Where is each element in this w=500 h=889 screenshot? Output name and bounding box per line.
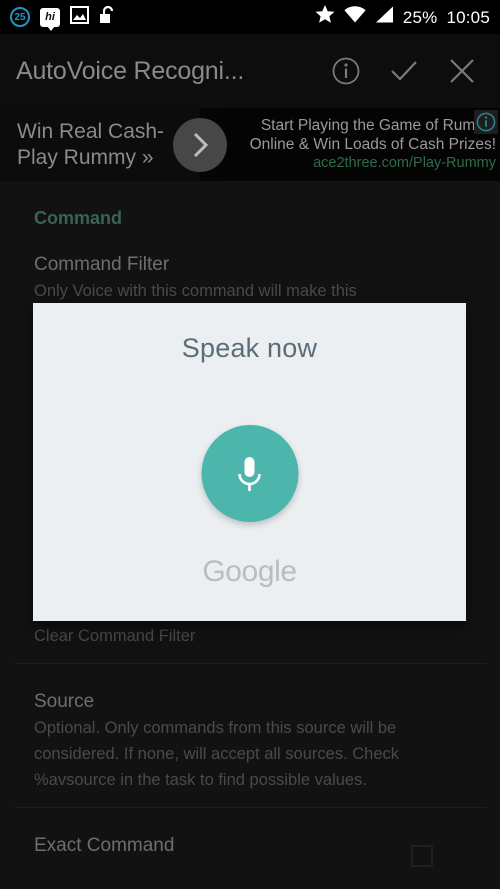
star-icon [315,5,335,29]
speak-now-label: Speak now [181,333,318,363]
notification-count-badge: 25 [10,7,30,27]
hike-messenger-icon: hi [40,7,60,31]
page-title: AutoVoice Recogni... [16,56,245,85]
preference-summary: Optional. Only commands from this source… [34,719,400,789]
accept-checkmark-icon[interactable] [388,55,420,87]
google-brand-label: Google [202,555,297,588]
microphone-button[interactable] [201,425,298,522]
status-bar-left-icons: 25 hi [10,5,117,31]
status-bar-right-icons: 25% 10:05 [315,5,490,29]
clock-label: 10:05 [446,7,490,27]
preference-title: Source [34,691,95,712]
section-header-command: Command [34,208,123,228]
ad-next-arrow-icon[interactable] [173,117,227,172]
wifi-icon [344,6,366,28]
battery-percent-label: 25% [402,7,438,27]
ad-choices-info-icon[interactable] [474,110,498,134]
ad-body-line-2: Online & Win Loads of Cash Prizes! [249,136,496,153]
microphone-icon[interactable] [201,425,298,522]
screenshot-image-icon [70,5,89,29]
preference-title: Command Filter [34,254,170,275]
close-icon[interactable] [446,55,478,87]
preference-source[interactable]: Source Optional. Only commands from this… [34,664,466,807]
preference-title: Exact Command [34,835,175,856]
advertisement-banner[interactable]: Win Real Cash- Play Rummy » Start Playin… [0,108,500,181]
toolbar-actions [330,55,484,87]
phone-screen: 25 hi 25% 10:05 AutoVoice Recogni... Win… [0,0,500,889]
info-icon[interactable] [330,55,362,87]
app-toolbar: AutoVoice Recogni... [0,34,500,108]
ad-body-line-1: Start Playing the Game of Rummy [260,117,496,134]
unlocked-padlock-icon [99,5,117,29]
google-speech-dialog: Speak now Google [33,303,466,621]
preference-exact-command[interactable]: Exact Command [34,808,466,873]
cell-signal-icon [375,6,394,28]
preference-summary: Only Voice with this command will make t… [34,282,357,300]
ad-body[interactable]: Start Playing the Game of Rummy Online &… [227,108,500,181]
ad-url-label: ace2three.com/Play-Rummy [313,155,496,171]
ad-headline[interactable]: Win Real Cash- Play Rummy » [0,108,200,181]
preference-summary: Clear Command Filter [34,627,196,645]
exact-command-checkbox[interactable] [411,845,433,867]
status-bar: 25 hi 25% 10:05 [0,0,500,34]
